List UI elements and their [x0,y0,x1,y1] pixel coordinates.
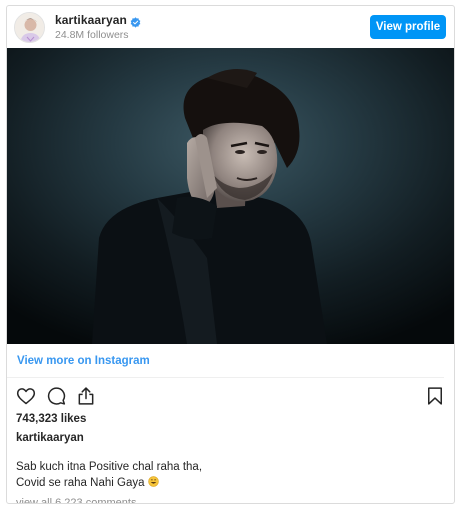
caption-author[interactable]: kartikaaryan [7,430,454,446]
post-photo[interactable] [7,48,454,344]
caption-text: Sab kuch itna Positive chal raha tha, Co… [7,459,454,491]
caption-line-2-text: Covid se raha Nahi Gaya [16,477,145,489]
action-bar [7,381,454,411]
post-header: kartikaaryan 24.8M followers View profil… [7,6,454,48]
heart-icon[interactable] [16,386,36,406]
follower-count: 24.8M followers [55,29,129,41]
bookmark-icon[interactable] [425,386,445,406]
comment-bubble-icon[interactable] [46,386,66,406]
instagram-embed-card: kartikaaryan 24.8M followers View profil… [6,5,455,504]
avatar[interactable] [14,11,45,43]
share-icon[interactable] [76,386,96,406]
verified-badge-icon [130,15,141,28]
grinning-face-emoji-icon [147,476,159,487]
view-more-on-instagram-link[interactable]: View more on Instagram [7,344,444,378]
caption-line-2: Covid se raha Nahi Gaya [16,475,454,491]
user-info: kartikaaryan 24.8M followers [55,13,141,41]
username[interactable]: kartikaaryan [55,13,127,27]
view-profile-button[interactable]: View profile [370,15,446,39]
like-count[interactable]: 743,323 likes [7,411,454,427]
view-all-comments-link[interactable]: view all 6,223 comments [7,495,454,503]
caption-line-1: Sab kuch itna Positive chal raha tha, [16,461,203,473]
